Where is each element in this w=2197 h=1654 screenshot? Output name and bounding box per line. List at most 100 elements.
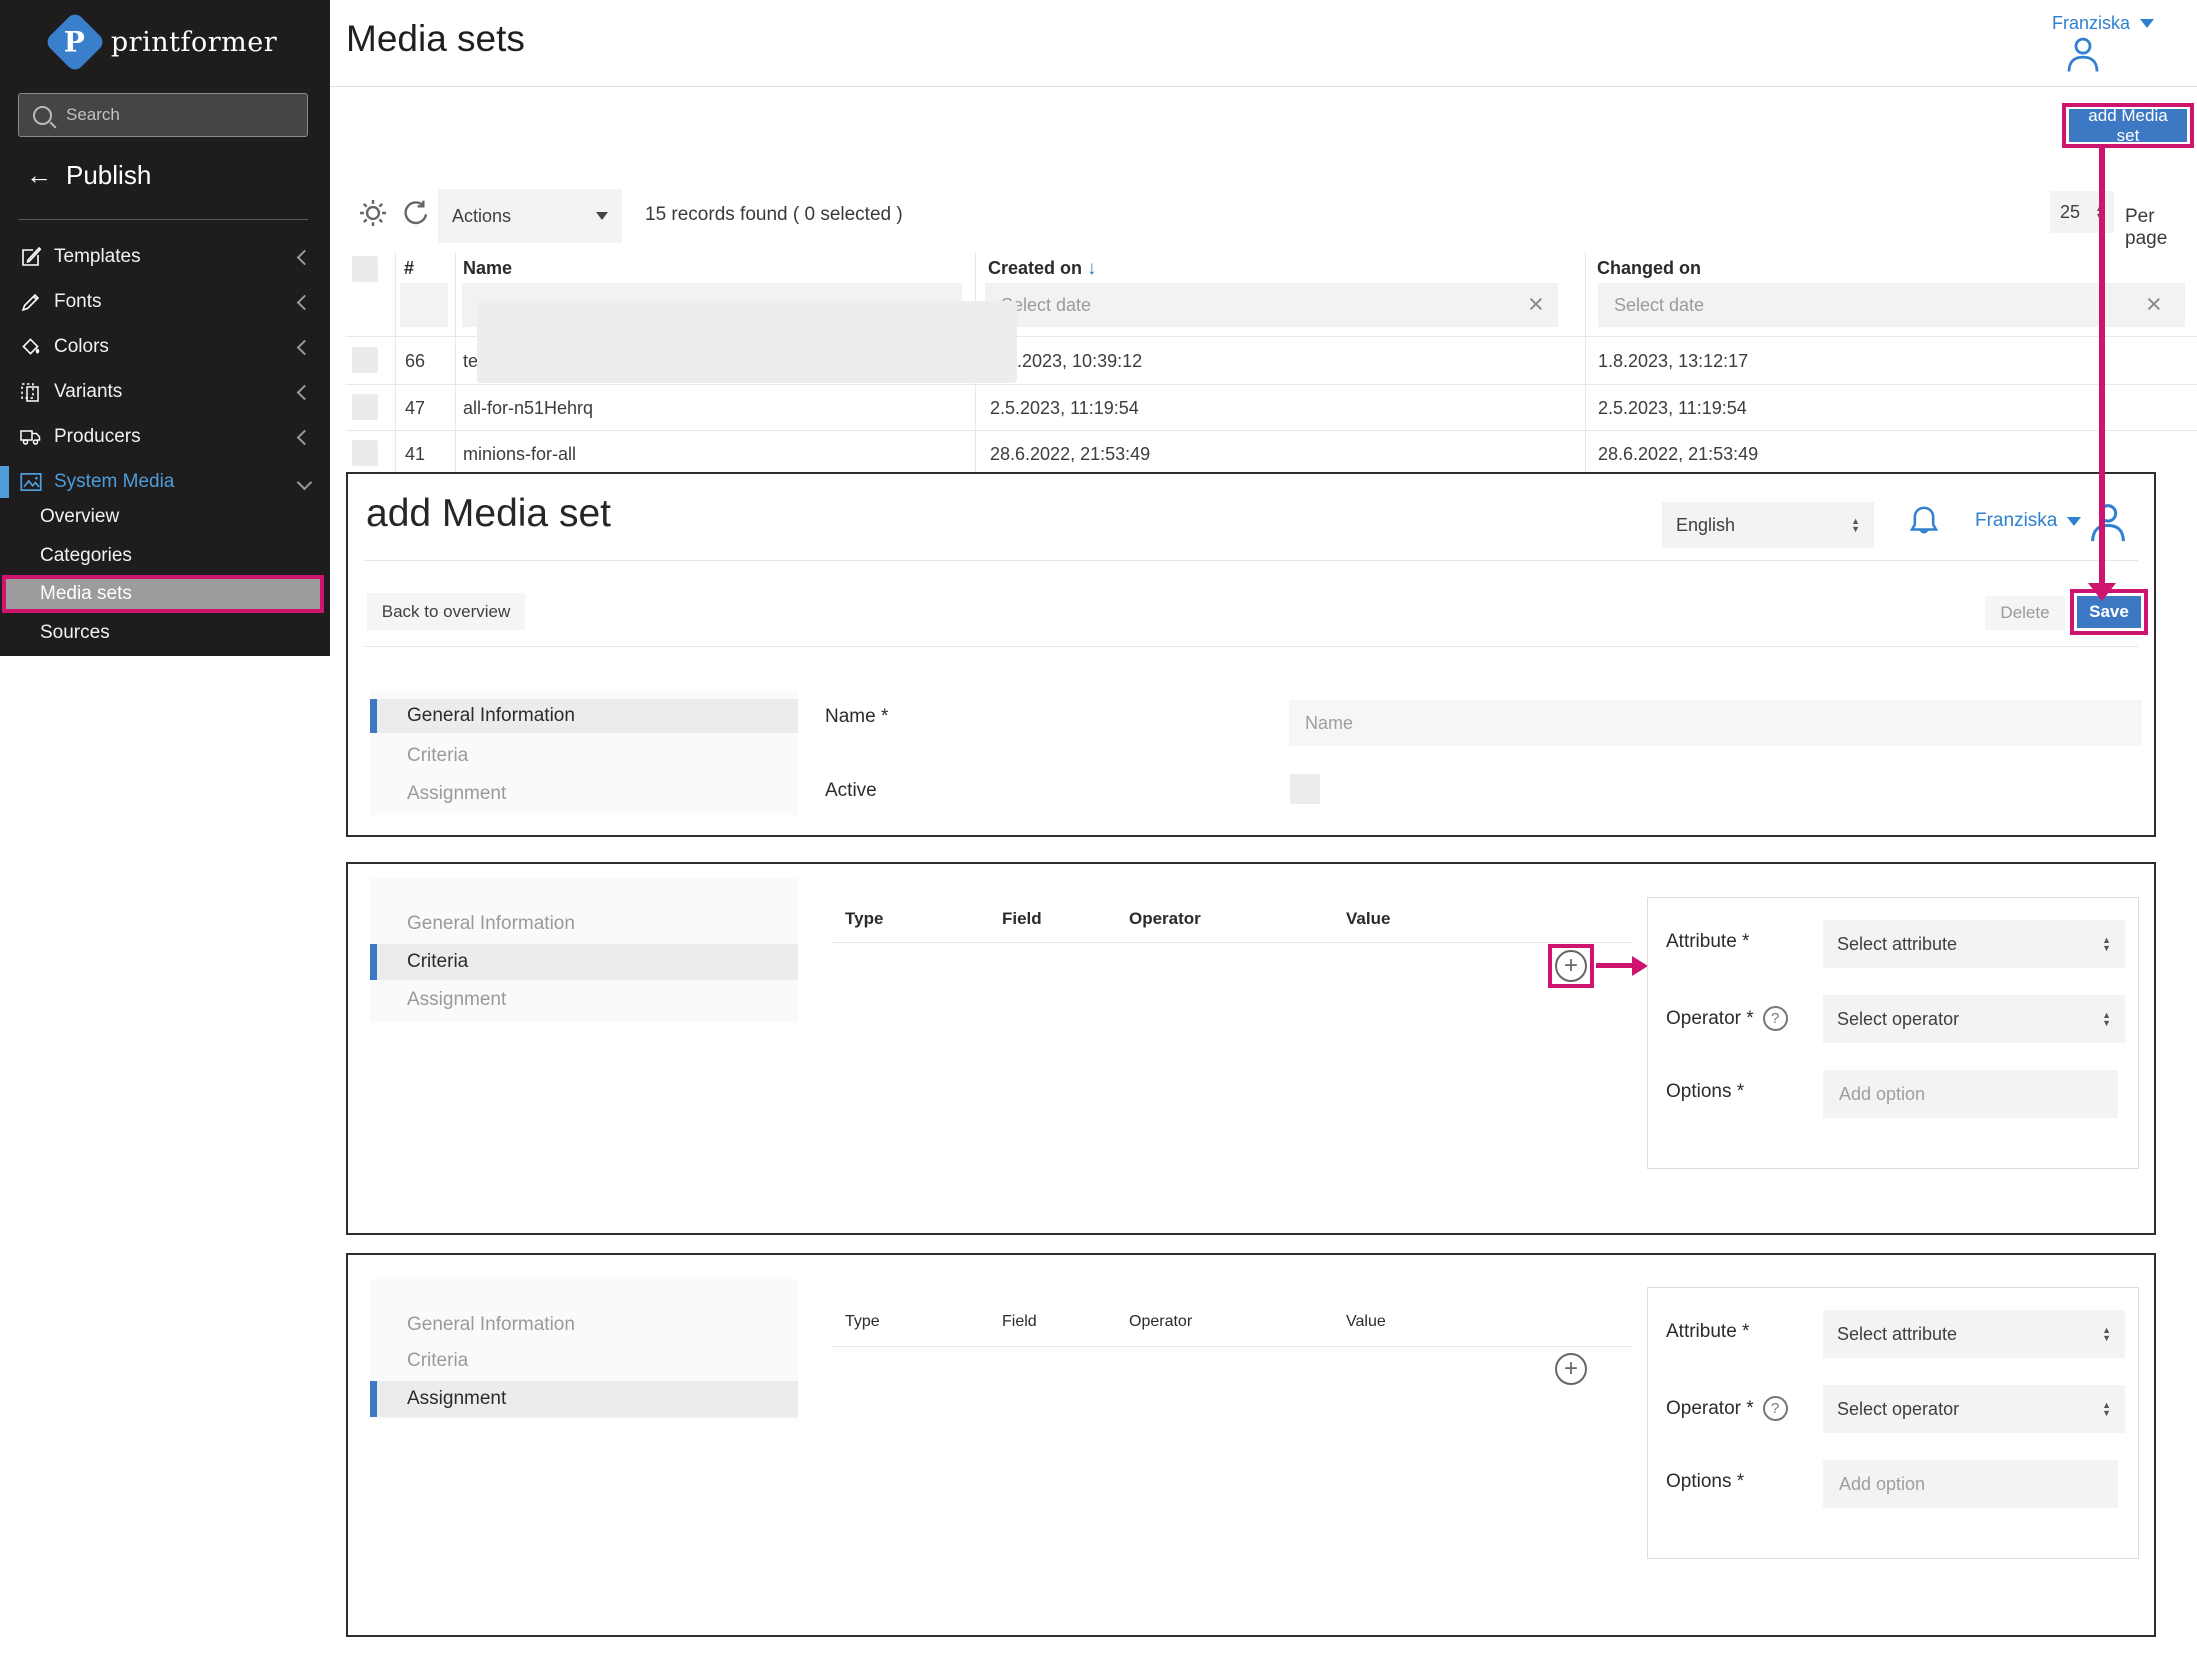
image-icon bbox=[18, 469, 44, 495]
attribute-select[interactable]: Select attribute ▲▼ bbox=[1823, 920, 2125, 968]
row-divider bbox=[346, 430, 2197, 431]
nav-general-information[interactable]: General Information bbox=[370, 699, 798, 733]
nav-criteria[interactable]: Criteria bbox=[370, 1345, 798, 1377]
sidebar-item-label: Producers bbox=[54, 426, 299, 448]
delete-button[interactable]: Delete bbox=[1985, 596, 2065, 630]
row-checkbox[interactable] bbox=[352, 440, 378, 466]
sidebar-subitem-overview[interactable]: Overview bbox=[0, 500, 330, 534]
user-menu[interactable]: Franziska bbox=[2052, 13, 2154, 34]
nav-general-information[interactable]: General Information bbox=[370, 908, 798, 940]
criteria-col-type: Type bbox=[845, 909, 883, 929]
attribute-placeholder: Select attribute bbox=[1837, 1324, 1957, 1345]
nav-assignment[interactable]: Assignment bbox=[370, 1381, 798, 1417]
subitem-label: Sources bbox=[40, 622, 110, 644]
app-logo: P printformer bbox=[0, 12, 330, 72]
user-avatar-icon[interactable] bbox=[2062, 32, 2104, 76]
operator-select[interactable]: Select operator ▲▼ bbox=[1823, 1385, 2125, 1433]
sidebar-item-fonts[interactable]: Fonts bbox=[0, 282, 330, 322]
refresh-icon[interactable] bbox=[400, 197, 432, 229]
row-divider bbox=[346, 384, 2197, 385]
sidebar-item-colors[interactable]: Colors bbox=[0, 327, 330, 367]
sidebar-subitem-media-sets-highlighted[interactable]: Media sets bbox=[2, 575, 324, 613]
nav-assignment[interactable]: Assignment bbox=[370, 779, 798, 809]
active-checkbox[interactable] bbox=[1290, 774, 1320, 804]
chevron-left-icon bbox=[297, 339, 313, 355]
detail-panel-assignment: General Information Criteria Assignment … bbox=[346, 1253, 2156, 1637]
user-avatar-icon[interactable] bbox=[2085, 498, 2131, 546]
add-media-set-highlight: add Media set bbox=[2062, 103, 2194, 148]
detail-title: add Media set bbox=[366, 492, 611, 536]
caret-down-icon bbox=[2140, 19, 2154, 28]
created-date-input[interactable] bbox=[999, 294, 1544, 317]
chevron-left-icon bbox=[297, 384, 313, 400]
language-value: English bbox=[1676, 515, 1735, 536]
row-created: .2023, 10:39:12 bbox=[1017, 351, 1142, 372]
changed-date-filter[interactable] bbox=[1598, 283, 2185, 327]
name-input[interactable] bbox=[1289, 700, 2142, 746]
row-changed: 2.5.2023, 11:19:54 bbox=[1598, 398, 1747, 419]
sidebar-search[interactable] bbox=[18, 93, 308, 137]
number-filter[interactable] bbox=[400, 283, 448, 327]
column-header-number[interactable]: # bbox=[404, 258, 414, 279]
screen: P printformer ← Publish Templates Fonts bbox=[0, 0, 2197, 1654]
number-filter-input[interactable] bbox=[414, 294, 434, 317]
row-name: all-for-n51Hehrq bbox=[463, 398, 593, 419]
row-changed: 1.8.2023, 13:12:17 bbox=[1598, 351, 1748, 372]
add-assignment-plus-icon[interactable]: + bbox=[1555, 1353, 1587, 1385]
select-all-checkbox[interactable] bbox=[352, 256, 378, 282]
row-created: 2.5.2023, 11:19:54 bbox=[990, 398, 1139, 419]
caret-down-icon bbox=[596, 212, 608, 220]
clear-changed-filter-icon[interactable]: × bbox=[2146, 291, 2162, 318]
user-menu[interactable]: Franziska bbox=[1975, 510, 2081, 532]
nav-general-information[interactable]: General Information bbox=[370, 1309, 798, 1341]
clear-created-filter-icon[interactable]: × bbox=[1528, 291, 1544, 318]
add-criterion-plus-icon[interactable]: + bbox=[1555, 950, 1587, 982]
per-page-label: Per page bbox=[2125, 206, 2197, 250]
notifications-bell-icon[interactable] bbox=[1904, 500, 1944, 544]
caret-down-icon bbox=[2067, 517, 2081, 526]
nav-criteria[interactable]: Criteria bbox=[370, 741, 798, 771]
truck-icon bbox=[18, 424, 44, 450]
active-label: Active bbox=[825, 780, 877, 802]
column-header-changed[interactable]: Changed on bbox=[1597, 258, 1701, 279]
detail-nav: General Information Criteria Assignment bbox=[370, 691, 798, 815]
operator-select[interactable]: Select operator ▲▼ bbox=[1823, 995, 2125, 1043]
detail-panel-criteria: General Information Criteria Assignment … bbox=[346, 862, 2156, 1235]
paint-bucket-icon bbox=[18, 334, 44, 360]
sidebar-item-system-media[interactable]: System Media bbox=[0, 462, 330, 502]
sidebar-item-templates[interactable]: Templates bbox=[0, 237, 330, 277]
add-media-set-button[interactable]: add Media set bbox=[2069, 109, 2187, 142]
settings-gear-icon[interactable] bbox=[356, 196, 390, 230]
sidebar-item-producers[interactable]: Producers bbox=[0, 417, 330, 457]
criteria-col-field: Field bbox=[1002, 1313, 1037, 1331]
nav-assignment[interactable]: Assignment bbox=[370, 984, 798, 1016]
annotation-arrow-head bbox=[2088, 583, 2116, 601]
column-header-name[interactable]: Name bbox=[463, 258, 512, 279]
attribute-placeholder: Select attribute bbox=[1837, 934, 1957, 955]
attribute-select[interactable]: Select attribute ▲▼ bbox=[1823, 1310, 2125, 1358]
sidebar-subitem-categories[interactable]: Categories bbox=[0, 539, 330, 573]
row-name: te bbox=[463, 351, 478, 372]
language-select[interactable]: English ▲▼ bbox=[1662, 502, 1874, 548]
row-checkbox[interactable] bbox=[352, 394, 378, 420]
actions-dropdown[interactable]: Actions bbox=[438, 189, 622, 243]
options-input[interactable] bbox=[1823, 1070, 2118, 1118]
row-id: 41 bbox=[405, 444, 425, 465]
panel-divider bbox=[364, 560, 2138, 561]
options-label: Options * bbox=[1666, 1471, 1744, 1493]
back-to-publish[interactable]: ← Publish bbox=[26, 160, 151, 191]
sidebar-subitem-sources[interactable]: Sources bbox=[0, 616, 330, 650]
row-checkbox[interactable] bbox=[352, 347, 378, 373]
help-icon[interactable]: ? bbox=[1763, 1006, 1788, 1031]
column-header-created[interactable]: Created on ↓ bbox=[988, 258, 1097, 280]
options-input[interactable] bbox=[1823, 1460, 2118, 1508]
back-to-overview-button[interactable]: Back to overview bbox=[367, 593, 525, 630]
help-icon[interactable]: ? bbox=[1763, 1396, 1788, 1421]
nav-criteria[interactable]: Criteria bbox=[370, 944, 798, 980]
changed-date-input[interactable] bbox=[1612, 294, 2171, 317]
sidebar-item-variants[interactable]: Variants bbox=[0, 372, 330, 412]
created-date-filter[interactable] bbox=[985, 283, 1558, 327]
row-id: 66 bbox=[405, 351, 425, 372]
search-input[interactable] bbox=[64, 104, 293, 126]
criteria-col-operator: Operator bbox=[1129, 909, 1201, 929]
